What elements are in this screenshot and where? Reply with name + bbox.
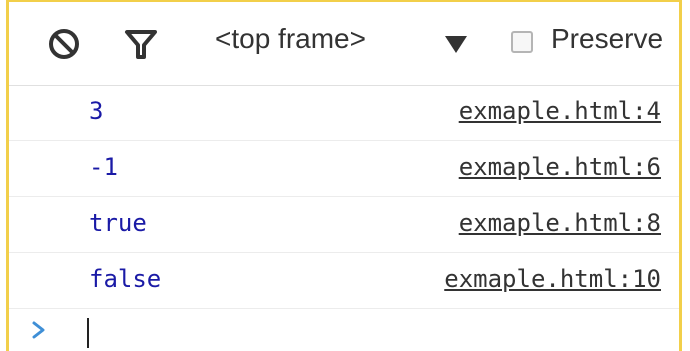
console-toolbar: <top frame> Preserve: [9, 2, 679, 86]
preserve-log-label[interactable]: Preserve: [551, 23, 663, 55]
context-dropdown-arrow-icon[interactable]: [445, 36, 467, 53]
console-message-value: true: [89, 209, 147, 237]
console-input[interactable]: [87, 317, 647, 347]
context-selector[interactable]: <top frame>: [215, 23, 366, 55]
console-message-source-link[interactable]: exmaple.html:8: [459, 209, 661, 237]
console-message-value: -1: [89, 153, 118, 181]
console-message-row: -1 exmaple.html:6: [9, 141, 679, 197]
console-message-row: true exmaple.html:8: [9, 197, 679, 253]
console-message-value: 3: [89, 97, 104, 125]
console-message-source-link[interactable]: exmaple.html:6: [459, 153, 661, 181]
clear-console-icon[interactable]: [46, 26, 82, 62]
text-caret: [87, 318, 89, 348]
prompt-chevron-icon: [32, 321, 45, 339]
devtools-console-panel: <top frame> Preserve 3 exmaple.html:4 -1…: [6, 0, 682, 351]
console-message-row: false exmaple.html:10: [9, 253, 679, 309]
preserve-log-checkbox[interactable]: [511, 31, 533, 53]
console-message-row: 3 exmaple.html:4: [9, 85, 679, 141]
filter-icon[interactable]: [123, 26, 159, 62]
console-prompt-row[interactable]: [9, 309, 679, 351]
console-message-source-link[interactable]: exmaple.html:10: [444, 265, 661, 293]
console-message-value: false: [89, 265, 162, 293]
console-message-source-link[interactable]: exmaple.html:4: [459, 97, 661, 125]
